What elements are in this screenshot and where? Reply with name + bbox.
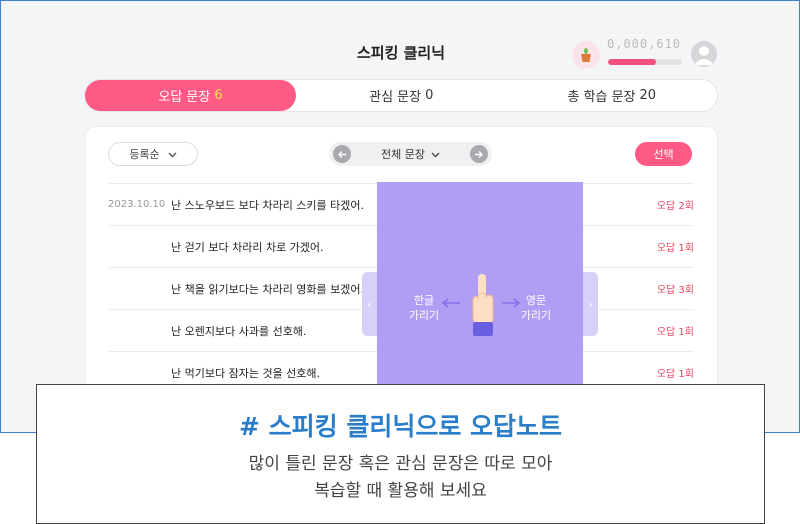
chevron-left-icon: ‹ (367, 298, 372, 311)
item-wrong-count: 오답 3회 (656, 285, 694, 296)
previous-arrow-icon[interactable] (333, 145, 351, 163)
filter-selector: 전체 문장 (329, 142, 492, 166)
item-wrong-count: 오답 1회 (656, 243, 694, 254)
chevron-right-icon: › (588, 298, 593, 311)
hide-korean-line2: 가리기 (408, 309, 440, 322)
select-button[interactable]: 선택 (635, 142, 692, 166)
pointing-hand-icon (472, 274, 494, 336)
hide-korean-handle[interactable]: ‹ (362, 272, 377, 336)
tab-label: 총 학습 문장 (567, 90, 636, 105)
item-wrong-count: 오답 1회 (656, 369, 694, 380)
sort-dropdown[interactable]: 등록순 (108, 142, 198, 166)
tab-label: 관심 문장 (369, 90, 422, 105)
caption-line-1: 많이 틀린 문장 혹은 관심 문장은 따로 모아 (248, 454, 553, 474)
app-frame: 스피킹 클리닉 0,000,610 오답 문장 6 관심 문장 0 총 학습 문… (0, 0, 800, 433)
plant-pot-icon[interactable] (572, 41, 600, 69)
page-title: 스피킹 클리닉 (356, 44, 446, 62)
caption-title: # 스피킹 클리닉으로 오답노트 (238, 412, 563, 441)
filter-dropdown[interactable]: 전체 문장 (381, 146, 440, 162)
item-wrong-count: 오답 2회 (656, 201, 694, 212)
chevron-down-icon (168, 148, 177, 161)
caption-box: # 스피킹 클리닉으로 오답노트 많이 틀린 문장 혹은 관심 문장은 따로 모… (36, 384, 765, 524)
tab-count: 0 (425, 88, 434, 103)
points-counter: 0,000,610 (607, 37, 682, 51)
filter-label: 전체 문장 (381, 148, 425, 161)
tab-total-sentences[interactable]: 총 학습 문장 20 (507, 80, 718, 111)
level-progress-fill (608, 59, 657, 65)
item-wrong-count: 오답 1회 (656, 327, 694, 338)
arrow-right-icon (502, 298, 521, 308)
tab-count: 6 (214, 88, 223, 103)
hide-english-line2: 가리기 (520, 309, 552, 322)
tab-bar: 오답 문장 6 관심 문장 0 총 학습 문장 20 (85, 80, 717, 111)
sort-label: 등록순 (129, 148, 160, 161)
caption-subtitle: 많이 틀린 문장 혹은 관심 문장은 따로 모아 복습할 때 활용해 보세요 (37, 451, 764, 505)
tab-label: 오답 문장 (158, 90, 211, 105)
caption-line-2: 복습할 때 활용해 보세요 (314, 481, 487, 501)
tab-interest-sentences[interactable]: 관심 문장 0 (296, 80, 507, 111)
tab-count: 20 (639, 88, 657, 103)
item-date: 2023.10.10 (108, 199, 166, 210)
user-avatar-icon[interactable] (691, 41, 717, 67)
arrow-left-icon (441, 298, 460, 308)
chevron-down-icon (431, 148, 440, 161)
hide-english-handle[interactable]: › (583, 272, 598, 336)
next-arrow-icon[interactable] (469, 145, 488, 163)
level-progress-bar (608, 59, 682, 65)
tab-wrong-sentences[interactable]: 오답 문장 6 (85, 80, 296, 111)
swipe-guide-overlay[interactable]: 한글 가리기 영문 가리기 (377, 182, 583, 387)
